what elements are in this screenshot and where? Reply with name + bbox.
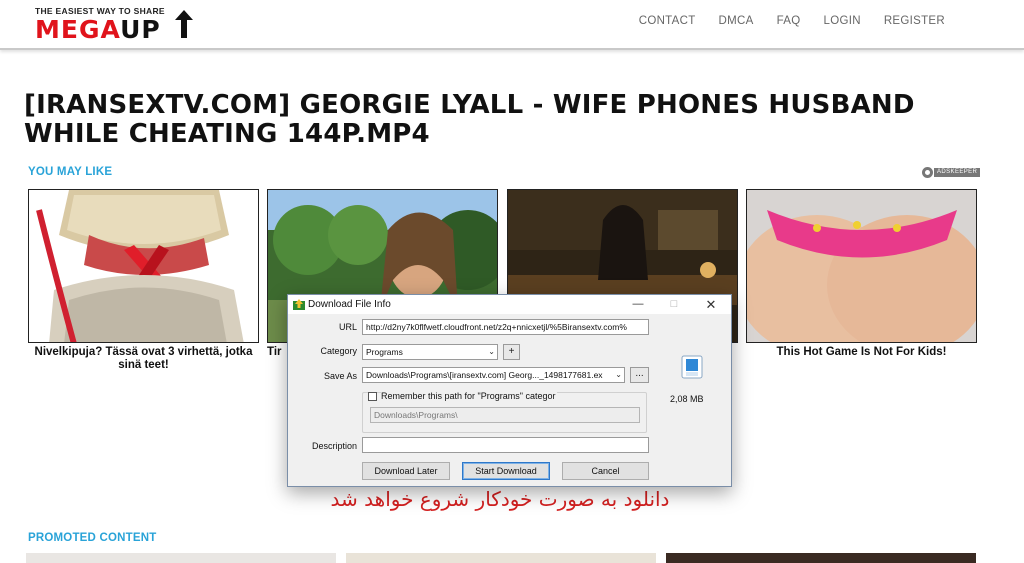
adskeeper-label: ADSKEEPER bbox=[934, 168, 981, 177]
dialog-titlebar[interactable]: Download File Info — □ ✕ bbox=[288, 295, 731, 314]
chevron-down-icon: ⌄ bbox=[615, 370, 622, 379]
dialog-title: Download File Info bbox=[308, 299, 391, 310]
add-category-button[interactable]: + bbox=[503, 344, 520, 360]
start-download-button[interactable]: Start Download bbox=[462, 462, 550, 480]
ad-card-1[interactable]: Nivelkipuja? Tässä ovat 3 virhettä, jotk… bbox=[28, 189, 259, 372]
upload-arrow-icon bbox=[175, 10, 193, 38]
minimize-button[interactable]: — bbox=[628, 297, 648, 312]
url-field[interactable]: http://d2ny7k0flfwetf.cloudfront.net/z2q… bbox=[362, 319, 649, 335]
key-icon bbox=[922, 167, 933, 178]
chevron-down-icon: ⌄ bbox=[488, 347, 495, 356]
ad-image-knee[interactable] bbox=[28, 189, 259, 343]
category-label: Category bbox=[320, 346, 357, 356]
nav-faq[interactable]: FAQ bbox=[777, 15, 801, 27]
game-character-image bbox=[747, 190, 976, 342]
maximize-button[interactable]: □ bbox=[664, 297, 684, 312]
default-path-field: Downloads\Programs\ bbox=[370, 407, 640, 423]
cancel-button[interactable]: Cancel bbox=[562, 462, 649, 480]
description-field[interactable] bbox=[362, 437, 649, 453]
download-later-button[interactable]: Download Later bbox=[362, 462, 450, 480]
browse-button[interactable]: ... bbox=[630, 367, 649, 383]
adskeeper-badge[interactable]: ADSKEEPER bbox=[922, 166, 981, 178]
page-title: [IRANSEXTV.COM] GEORGIE LYALL - WIFE PHO… bbox=[24, 90, 915, 149]
promoted-thumbnails bbox=[26, 553, 978, 563]
remember-path-checkbox[interactable] bbox=[368, 392, 377, 401]
logo-wordmark: MEGAUP bbox=[35, 15, 161, 44]
ad-image-game-character[interactable] bbox=[746, 189, 977, 343]
megaup-logo[interactable]: THE EASIEST WAY TO SHARE MEGAUP bbox=[35, 6, 205, 44]
ad-caption-1[interactable]: Nivelkipuja? Tässä ovat 3 virhettä, jotk… bbox=[28, 346, 259, 372]
download-file-info-dialog: Download File Info — □ ✕ URL http://d2ny… bbox=[287, 294, 732, 487]
ad-card-4[interactable]: This Hot Game Is Not For Kids! bbox=[746, 189, 977, 359]
url-label: URL bbox=[338, 322, 357, 332]
nav-contact[interactable]: CONTACT bbox=[639, 15, 696, 27]
site-header: THE EASIEST WAY TO SHARE MEGAUP CONTACT … bbox=[0, 0, 1024, 50]
nav-dmca[interactable]: DMCA bbox=[719, 15, 754, 27]
main-nav: CONTACT DMCA FAQ LOGIN REGISTER bbox=[639, 15, 945, 27]
file-type-icon bbox=[681, 355, 703, 379]
category-select[interactable]: Programs ⌄ bbox=[362, 344, 498, 360]
promoted-content-heading: PROMOTED CONTENT bbox=[28, 532, 157, 544]
close-button[interactable]: ✕ bbox=[701, 297, 721, 312]
auto-download-notice: دانلود به صورت خودکار شروع خواهد شد bbox=[330, 487, 670, 511]
nav-login[interactable]: LOGIN bbox=[824, 15, 861, 27]
idm-app-icon bbox=[293, 299, 305, 310]
file-size: 2,08 MB bbox=[670, 394, 704, 404]
save-as-field[interactable]: Downloads\Programs\[iransextv.com] Georg… bbox=[362, 367, 625, 383]
you-may-like-heading: YOU MAY LIKE bbox=[28, 166, 113, 178]
nav-register[interactable]: REGISTER bbox=[884, 15, 945, 27]
promo-thumb-1[interactable] bbox=[26, 553, 336, 563]
knee-illustration bbox=[29, 190, 258, 342]
remember-path-label[interactable]: Remember this path for "Programs" catego… bbox=[381, 391, 558, 401]
category-value: Programs bbox=[366, 347, 403, 357]
save-as-label: Save As bbox=[323, 371, 357, 381]
description-label: Description bbox=[311, 441, 357, 451]
promo-thumb-2[interactable] bbox=[346, 553, 656, 563]
save-as-value: Downloads\Programs\[iransextv.com] Georg… bbox=[366, 370, 603, 380]
ad-caption-4[interactable]: This Hot Game Is Not For Kids! bbox=[746, 346, 977, 359]
promo-thumb-3[interactable] bbox=[666, 553, 976, 563]
